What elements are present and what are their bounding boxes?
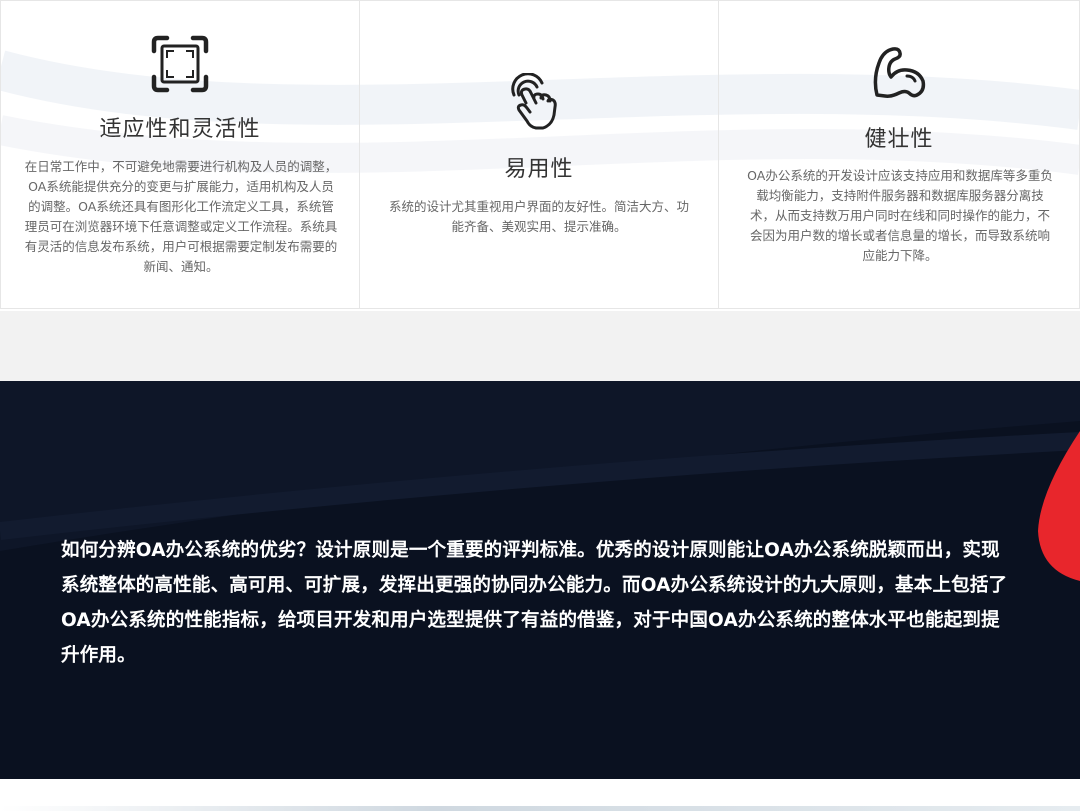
- feature-title: 适应性和灵活性: [99, 117, 261, 142]
- flexed-arm-icon: [873, 47, 926, 98]
- intro-section: 如何分辨OA办公系统的优劣？设计原则是一个重要的评判标准。优秀的设计原则能让OA…: [0, 381, 1080, 779]
- touch-hand-icon: [511, 73, 557, 130]
- fullscreen-frame-icon: [151, 35, 209, 93]
- feature-card-usability: 易用性 系统的设计尤其重视用户界面的友好性。简洁大方、功能齐备、美观实用、提示准…: [359, 0, 718, 309]
- bottom-divider: [0, 806, 1080, 811]
- feature-description: 系统的设计尤其重视用户界面的友好性。简洁大方、功能齐备、美观实用、提示准确。: [388, 199, 689, 234]
- features-section: 适应性和灵活性 在日常工作中，不可避免地需要进行机构及人员的调整，OA系统能提供…: [0, 0, 1080, 311]
- feature-card-adaptability: 适应性和灵活性 在日常工作中，不可避免地需要进行机构及人员的调整，OA系统能提供…: [0, 0, 359, 309]
- intro-paragraph: 如何分辨OA办公系统的优劣？设计原则是一个重要的评判标准。优秀的设计原则能让OA…: [61, 540, 1008, 666]
- feature-description: 在日常工作中，不可避免地需要进行机构及人员的调整，OA系统能提供充分的变更与扩展…: [24, 159, 338, 274]
- feature-title: 易用性: [504, 157, 574, 182]
- feature-description: OA办公系统的开发设计应该支持应用和数据库等多重负载均衡能力，支持附件服务器和数…: [747, 168, 1053, 263]
- feature-card-robustness: 健壮性 OA办公系统的开发设计应该支持应用和数据库等多重负载均衡能力，支持附件服…: [718, 0, 1080, 309]
- feature-title: 健壮性: [864, 127, 934, 152]
